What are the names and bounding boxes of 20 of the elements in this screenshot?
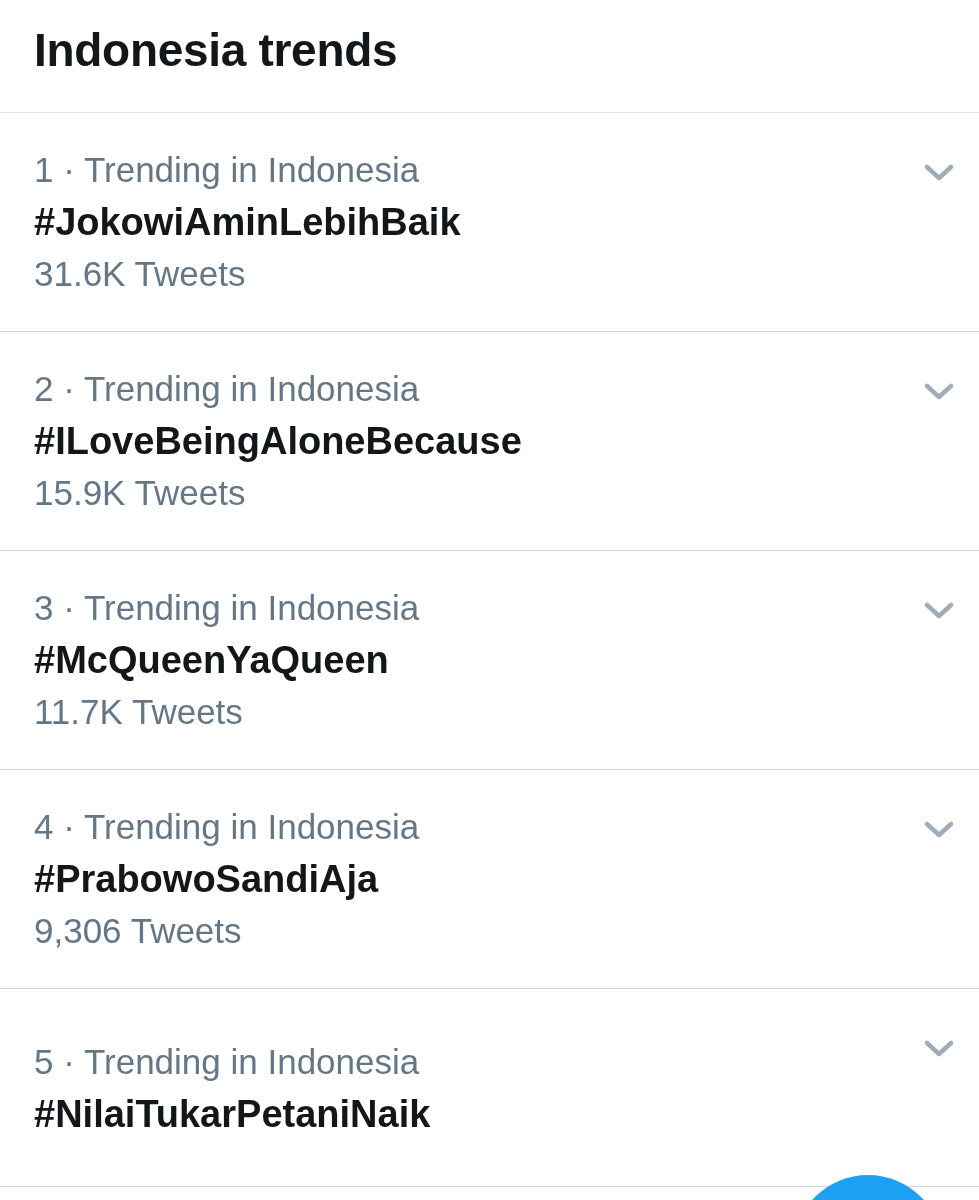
trend-context: 4 · Trending in Indonesia (34, 806, 420, 848)
tweet-count: 11.7K Tweets (34, 691, 243, 733)
chevron-down-icon[interactable] (924, 821, 954, 838)
chevron-down-icon[interactable] (924, 164, 954, 181)
trend-context: 2 · Trending in Indonesia (34, 368, 420, 410)
trend-hashtag[interactable]: #JokowiAminLebihBaik (34, 196, 461, 248)
trend-context: 1 · Trending in Indonesia (34, 149, 420, 191)
tweet-count: 31.6K Tweets (34, 253, 246, 295)
trend-hashtag[interactable]: #ILoveBeingAloneBecause (34, 415, 522, 467)
trend-hashtag[interactable]: #NilaiTukarPetaniNaik (34, 1087, 431, 1140)
tweet-count: 9,306 Tweets (34, 910, 242, 952)
trend-hashtag[interactable]: #PrabowoSandiAja (34, 853, 379, 905)
page-title: Indonesia trends (34, 23, 398, 78)
chevron-down-icon[interactable] (924, 383, 954, 400)
trend-context: 5 · Trending in Indonesia (34, 1040, 420, 1083)
trend-context: 3 · Trending in Indonesia (34, 587, 420, 629)
chevron-down-icon[interactable] (924, 1040, 954, 1057)
trend-hashtag[interactable]: #McQueenYaQueen (34, 634, 389, 686)
tweet-count: 15.9K Tweets (34, 472, 246, 514)
chevron-down-icon[interactable] (924, 602, 954, 619)
